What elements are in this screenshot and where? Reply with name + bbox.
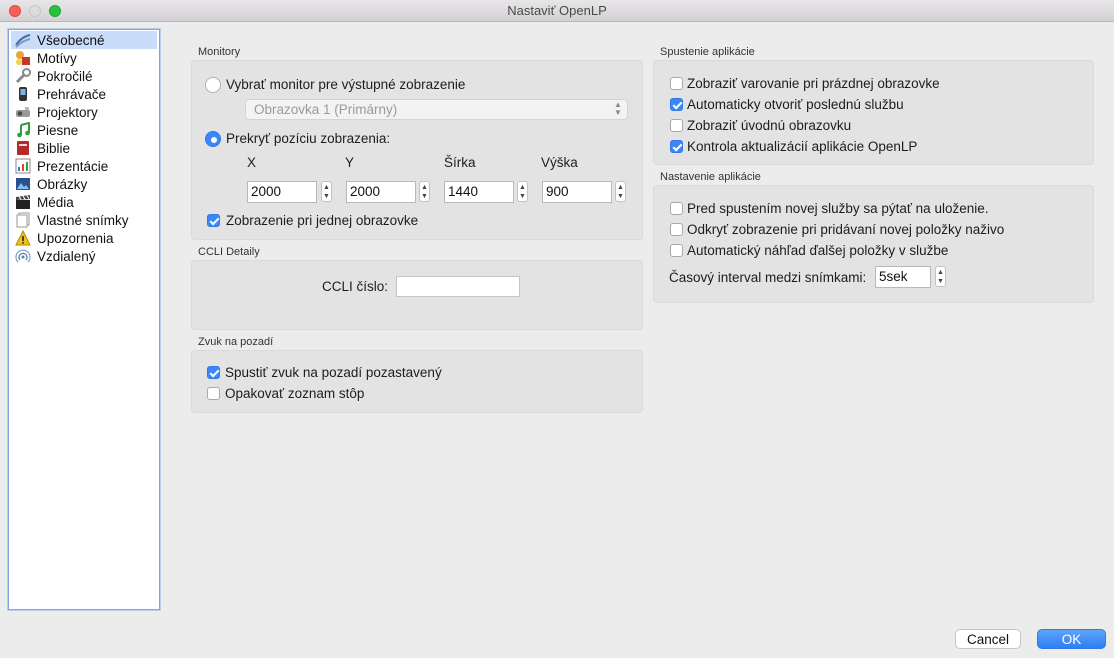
blank-warning-checkbox[interactable] xyxy=(670,77,683,90)
single-screen-checkbox[interactable] xyxy=(207,214,220,227)
sidebar-item-label: Média xyxy=(37,194,74,210)
ccli-number-input[interactable] xyxy=(396,276,520,297)
images-icon xyxy=(15,176,31,192)
start-paused-label: Spustiť zvuk na pozadí pozastavený xyxy=(225,365,442,380)
app-settings-group-title: Nastavenie aplikácie xyxy=(660,171,761,183)
auto-open-service-checkbox[interactable] xyxy=(670,98,683,111)
ccli-group-title: CCLI Detaily xyxy=(198,246,260,258)
monitor-select-value: Obrazovka 1 (Primárny) xyxy=(254,102,398,117)
check-updates-checkbox[interactable] xyxy=(670,140,683,153)
chevron-updown-icon: ▲ ▼ xyxy=(614,100,622,117)
projector-icon xyxy=(15,104,31,120)
height-label: Výška xyxy=(541,155,578,170)
music-note-icon xyxy=(15,122,31,138)
slide-interval-stepper[interactable]: ▲ ▼ xyxy=(935,266,946,287)
slide-interval-label: Časový interval medzi snímkami: xyxy=(669,270,867,285)
repeat-playlist-checkbox[interactable] xyxy=(207,387,220,400)
save-prompt-label: Pred spustením novej služby sa pýtať na … xyxy=(687,201,989,216)
sidebar-item-alerts[interactable]: Upozornenia xyxy=(11,229,157,247)
sidebar-item-label: Projektory xyxy=(37,104,98,120)
y-spinbox[interactable]: 2000 xyxy=(346,181,416,203)
sidebar-item-general[interactable]: Všeobecné xyxy=(11,31,157,49)
themes-icon xyxy=(15,50,31,66)
app-settings-panel: Pred spustením novej služby sa pýtať na … xyxy=(653,185,1094,303)
settings-category-list[interactable]: Všeobecné Motívy Pokročilé Prehrávače Pr… xyxy=(8,29,160,610)
x-label: X xyxy=(247,155,257,170)
sidebar-item-presentations[interactable]: Prezentácie xyxy=(11,157,157,175)
sidebar-item-bibles[interactable]: Biblie xyxy=(11,139,157,157)
sidebar-item-custom-slides[interactable]: Vlastné snímky xyxy=(11,211,157,229)
remote-signal-icon xyxy=(15,248,31,264)
splash-screen-checkbox[interactable] xyxy=(670,119,683,132)
sidebar-item-label: Prezentácie xyxy=(37,158,109,174)
cancel-button[interactable]: Cancel xyxy=(955,629,1021,649)
monitor-select[interactable]: Obrazovka 1 (Primárny) ▲ ▼ xyxy=(245,99,628,120)
start-paused-checkbox[interactable] xyxy=(207,366,220,379)
bible-icon xyxy=(15,140,31,156)
startup-group-title: Spustenie aplikácie xyxy=(660,46,755,58)
unblank-checkbox[interactable] xyxy=(670,223,683,236)
sidebar-item-label: Motívy xyxy=(37,50,77,66)
ccli-number-label: CCLI číslo: xyxy=(322,279,389,294)
monitors-panel: Vybrať monitor pre výstupné zobrazenie O… xyxy=(191,60,643,240)
sidebar-item-label: Pokročilé xyxy=(37,68,93,84)
sidebar-item-projectors[interactable]: Projektory xyxy=(11,103,157,121)
override-position-radio[interactable] xyxy=(205,131,221,147)
sidebar-item-remote[interactable]: Vzdialený xyxy=(11,247,157,265)
sidebar-item-label: Upozornenia xyxy=(37,230,114,246)
general-settings-icon xyxy=(15,32,31,48)
sidebar-item-label: Všeobecné xyxy=(37,32,105,48)
single-screen-label: Zobrazenie pri jednej obrazovke xyxy=(226,213,419,228)
repeat-playlist-label: Opakovať zoznam stôp xyxy=(225,386,365,401)
clapperboard-icon xyxy=(15,194,31,210)
sidebar-item-label: Prehrávače xyxy=(37,86,107,102)
sidebar-item-themes[interactable]: Motívy xyxy=(11,49,157,67)
unblank-label: Odkryť zobrazenie pri pridávaní novej po… xyxy=(687,222,1005,237)
width-stepper[interactable]: ▲ ▼ xyxy=(517,181,528,202)
auto-preview-checkbox[interactable] xyxy=(670,244,683,257)
blank-warning-label: Zobraziť varovanie pri prázdnej obrazovk… xyxy=(687,76,940,91)
select-monitor-radio[interactable] xyxy=(205,77,221,93)
auto-open-service-label: Automaticky otvoriť poslednú službu xyxy=(687,97,904,112)
slide-interval-spinbox[interactable]: 5sek xyxy=(875,266,931,288)
x-spinbox[interactable]: 2000 xyxy=(247,181,317,203)
height-spinbox[interactable]: 900 xyxy=(542,181,612,203)
background-audio-panel: Spustiť zvuk na pozadí pozastavený Opako… xyxy=(191,350,643,413)
ccli-panel: CCLI číslo: xyxy=(191,260,643,330)
override-position-label: Prekryť pozíciu zobrazenia: xyxy=(226,131,391,146)
warning-icon xyxy=(15,230,31,246)
window-title: Nastaviť OpenLP xyxy=(507,3,607,18)
background-audio-group-title: Zvuk na pozadí xyxy=(198,336,274,348)
width-spinbox[interactable]: 1440 xyxy=(444,181,514,203)
startup-panel: Zobraziť varovanie pri prázdnej obrazovk… xyxy=(653,60,1094,165)
advanced-wrench-icon xyxy=(15,68,31,84)
y-stepper[interactable]: ▲ ▼ xyxy=(419,181,430,202)
select-monitor-label: Vybrať monitor pre výstupné zobrazenie xyxy=(226,77,466,92)
monitors-group-title: Monitory xyxy=(198,46,241,58)
sidebar-item-label: Biblie xyxy=(37,140,71,156)
auto-preview-label: Automatický náhľad ďalšej položky v služ… xyxy=(687,243,949,258)
splash-screen-label: Zobraziť úvodnú obrazovku xyxy=(687,118,852,133)
save-prompt-checkbox[interactable] xyxy=(670,202,683,215)
title-bar: Nastaviť OpenLP xyxy=(0,0,1114,22)
y-label: Y xyxy=(345,155,355,170)
sidebar-item-songs[interactable]: Piesne xyxy=(11,121,157,139)
presentation-chart-icon xyxy=(15,158,31,174)
width-label: Šírka xyxy=(444,155,476,170)
sidebar-item-advanced[interactable]: Pokročilé xyxy=(11,67,157,85)
custom-slides-icon xyxy=(15,212,31,228)
check-updates-label: Kontrola aktualizácií aplikácie OpenLP xyxy=(687,139,918,154)
sidebar-item-media[interactable]: Média xyxy=(11,193,157,211)
media-player-icon xyxy=(15,86,31,102)
sidebar-item-label: Vzdialený xyxy=(37,248,96,264)
sidebar-item-label: Vlastné snímky xyxy=(37,212,129,228)
sidebar-item-label: Obrázky xyxy=(37,176,88,192)
ok-button[interactable]: OK xyxy=(1037,629,1106,649)
sidebar-item-label: Piesne xyxy=(37,122,79,138)
height-stepper[interactable]: ▲ ▼ xyxy=(615,181,626,202)
x-stepper[interactable]: ▲ ▼ xyxy=(321,181,332,202)
sidebar-item-images[interactable]: Obrázky xyxy=(11,175,157,193)
sidebar-item-players[interactable]: Prehrávače xyxy=(11,85,157,103)
